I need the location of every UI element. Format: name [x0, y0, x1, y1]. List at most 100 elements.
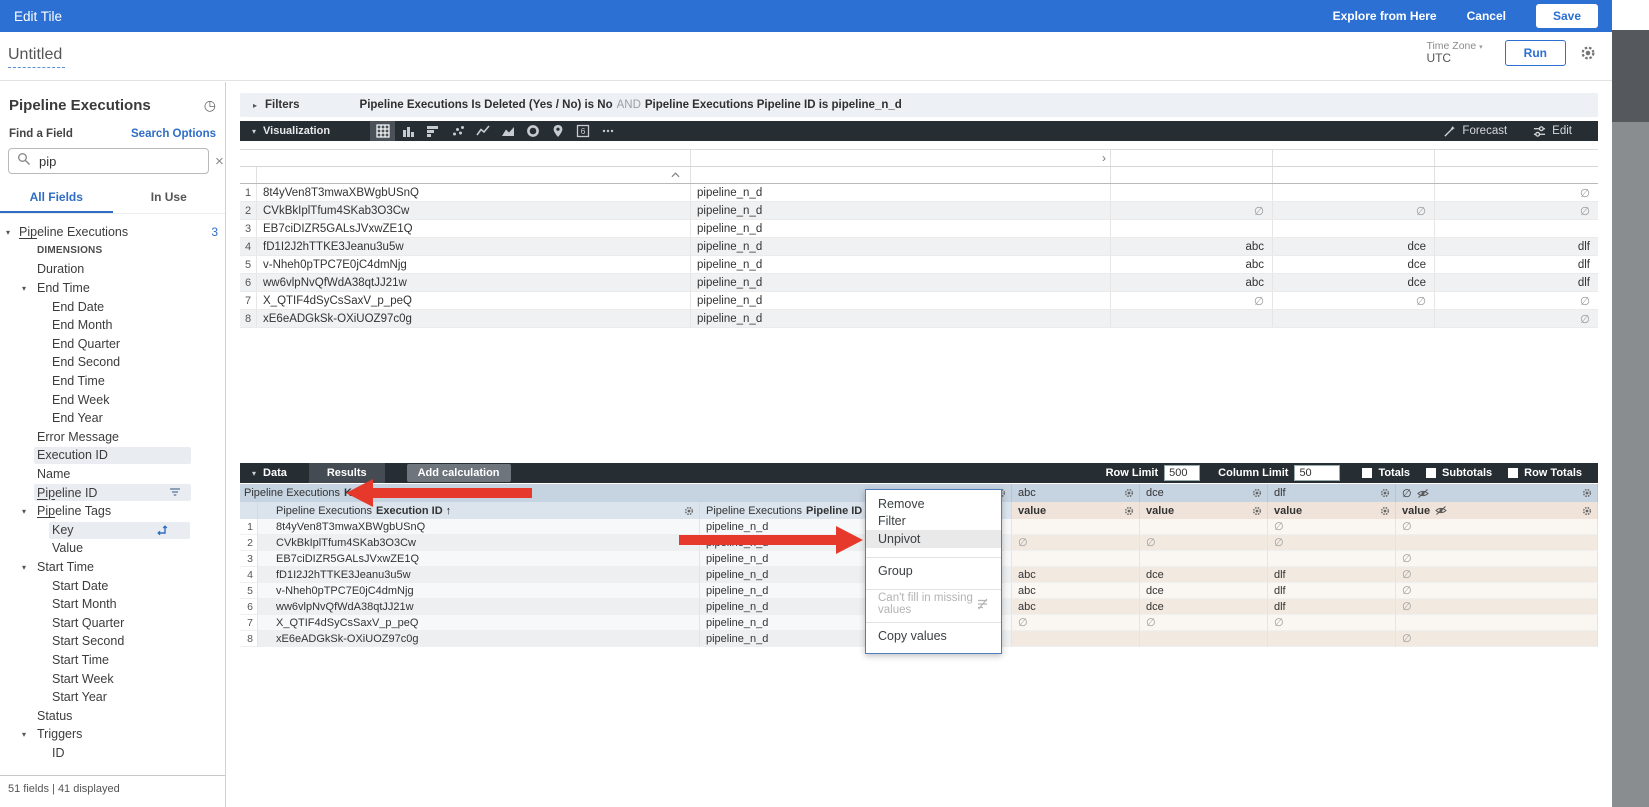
field-tree-item[interactable]: Status: [0, 706, 225, 725]
execution-id-cell[interactable]: fD1I2J2hTTKE3Jeanu3u5w: [256, 238, 690, 255]
execution-id-cell[interactable]: CVkBkIplTfum4SKab3O3Cw: [256, 202, 690, 219]
viz-value-header[interactable]: [1110, 167, 1272, 183]
viz-value-header[interactable]: [1272, 167, 1434, 183]
results-pivot-column-header[interactable]: dce: [1140, 484, 1268, 502]
field-tree-item[interactable]: End Date: [0, 297, 225, 316]
gear-icon[interactable]: [1380, 506, 1390, 516]
single-value-icon[interactable]: 6: [570, 121, 595, 141]
field-tree-item[interactable]: End Second: [0, 353, 225, 372]
results-value-header[interactable]: value: [1268, 502, 1396, 519]
execution-id-cell[interactable]: EB7ciDIZR5GALsJVxwZE1Q: [258, 551, 700, 567]
pipeline-id-cell[interactable]: pipeline_n_d: [690, 256, 1110, 273]
value-cell[interactable]: [1272, 310, 1434, 327]
value-cell[interactable]: abc: [1012, 567, 1140, 583]
settings-gear-icon[interactable]: [1580, 45, 1596, 61]
execution-id-cell[interactable]: 8t4yVen8T3mwaXBWgbUSnQ: [256, 184, 690, 201]
bar-chart-icon[interactable]: [420, 121, 445, 141]
value-cell[interactable]: abc: [1110, 256, 1272, 273]
value-cell[interactable]: [1012, 631, 1140, 647]
execution-id-cell[interactable]: X_QTIF4dSyCsSaxV_p_peQ: [256, 292, 690, 309]
value-cell[interactable]: ∅: [1012, 535, 1140, 551]
window-scrollbar[interactable]: [1612, 0, 1649, 807]
field-tree-item[interactable]: End Quarter: [0, 335, 225, 354]
scatter-chart-icon[interactable]: [445, 121, 470, 141]
results-pivot-column-header[interactable]: ∅: [1396, 484, 1598, 502]
search-options-link[interactable]: Search Options: [131, 128, 216, 140]
gear-icon[interactable]: [1124, 506, 1134, 516]
filter-icon[interactable]: [169, 487, 181, 497]
subtotals-checkbox[interactable]: Subtotals: [1426, 467, 1492, 479]
value-cell[interactable]: [1140, 631, 1268, 647]
value-cell[interactable]: dlf: [1268, 567, 1396, 583]
value-cell[interactable]: [1012, 551, 1140, 567]
field-tree-item[interactable]: ▾Pipeline Tags: [0, 502, 225, 521]
pipeline-id-cell[interactable]: pipeline_n_d: [690, 220, 1110, 237]
value-cell[interactable]: dlf: [1434, 256, 1598, 273]
forecast-button[interactable]: Forecast: [1443, 125, 1507, 138]
menu-item-filter[interactable]: Filter: [866, 513, 1001, 531]
viz-pipeline-id-header[interactable]: [690, 167, 1110, 183]
value-cell[interactable]: [1110, 310, 1272, 327]
value-cell[interactable]: [1434, 220, 1598, 237]
menu-item-remove[interactable]: Remove: [866, 495, 1001, 513]
edit-viz-button[interactable]: Edit: [1533, 125, 1572, 138]
value-cell[interactable]: ∅: [1396, 631, 1598, 647]
value-cell[interactable]: [1110, 184, 1272, 201]
results-pivot-column-header[interactable]: dlf: [1268, 484, 1396, 502]
tile-title-input[interactable]: Untitled: [8, 46, 65, 68]
field-tree-item[interactable]: ▾Triggers: [0, 725, 225, 744]
value-cell[interactable]: abc: [1110, 274, 1272, 291]
execution-id-cell[interactable]: v-Nheh0pTPC7E0jC4dmNjg: [256, 256, 690, 273]
value-cell[interactable]: ∅: [1268, 615, 1396, 631]
filters-bar[interactable]: ▸ Filters Pipeline Executions Is Deleted…: [240, 93, 1598, 117]
tree-expand-icon[interactable]: ▾: [6, 228, 10, 237]
execution-id-cell[interactable]: fD1I2J2hTTKE3Jeanu3u5w: [258, 567, 700, 583]
field-tree-item[interactable]: End Month: [0, 316, 225, 335]
value-cell[interactable]: dlf: [1434, 274, 1598, 291]
value-cell[interactable]: [1268, 631, 1396, 647]
viz-pivot-column-header[interactable]: [1272, 150, 1434, 166]
row-totals-checkbox[interactable]: Row Totals: [1508, 467, 1582, 479]
execution-id-cell[interactable]: ww6vlpNvQfWdA38qtJJ21w: [258, 599, 700, 615]
gear-icon[interactable]: [1252, 488, 1262, 498]
map-icon[interactable]: [545, 121, 570, 141]
value-cell[interactable]: [1396, 535, 1598, 551]
value-cell[interactable]: dlf: [1268, 599, 1396, 615]
sort-asc-icon[interactable]: [671, 172, 680, 178]
chevron-right-icon[interactable]: ›: [1102, 151, 1106, 165]
value-cell[interactable]: abc: [1110, 238, 1272, 255]
field-tree-item[interactable]: ▾Pipeline Executions3: [0, 223, 225, 242]
gear-icon[interactable]: [1124, 488, 1134, 498]
execution-id-cell[interactable]: X_QTIF4dSyCsSaxV_p_peQ: [258, 615, 700, 631]
viz-value-header[interactable]: [1434, 167, 1598, 183]
value-cell[interactable]: abc: [1012, 599, 1140, 615]
history-icon[interactable]: ◷: [204, 97, 216, 114]
column-limit-input[interactable]: [1294, 465, 1340, 481]
results-value-header[interactable]: value: [1396, 502, 1598, 519]
pivot-icon[interactable]: [156, 524, 168, 536]
value-cell[interactable]: ∅: [1140, 535, 1268, 551]
value-cell[interactable]: dce: [1272, 256, 1434, 273]
field-tree-item[interactable]: ▾End Time: [0, 279, 225, 298]
pipeline-id-cell[interactable]: pipeline_n_d: [690, 202, 1110, 219]
field-tree-item[interactable]: Start Quarter: [0, 613, 225, 632]
data-collapse-icon[interactable]: ▾: [252, 469, 256, 478]
pipeline-id-cell[interactable]: pipeline_n_d: [690, 274, 1110, 291]
viz-pivot-column-header[interactable]: [1110, 150, 1272, 166]
value-cell[interactable]: ∅: [1396, 551, 1598, 567]
value-cell[interactable]: abc: [1012, 583, 1140, 599]
field-tree-item[interactable]: ID: [0, 744, 225, 763]
viz-pivot-column-header[interactable]: [1434, 150, 1598, 166]
pie-chart-icon[interactable]: [520, 121, 545, 141]
row-limit-input[interactable]: [1164, 465, 1200, 481]
field-tree-item[interactable]: Start Time: [0, 651, 225, 670]
execution-id-cell[interactable]: 8t4yVen8T3mwaXBWgbUSnQ: [258, 519, 700, 535]
execution-id-cell[interactable]: xE6eADGkSk-OXiUOZ97c0g: [256, 310, 690, 327]
field-tree-item[interactable]: Pipeline ID: [0, 483, 225, 502]
field-tree-item[interactable]: End Time: [0, 372, 225, 391]
value-cell[interactable]: dce: [1272, 274, 1434, 291]
tree-expand-icon[interactable]: ▾: [22, 507, 26, 516]
results-value-header[interactable]: value: [1140, 502, 1268, 519]
menu-item-group[interactable]: Group: [866, 563, 1001, 581]
field-tree-item[interactable]: Name: [0, 465, 225, 484]
